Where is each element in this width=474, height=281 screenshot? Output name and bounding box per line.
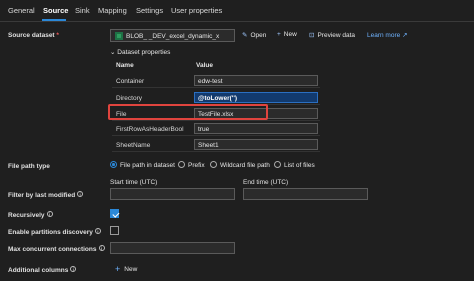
open-button[interactable]: ✎ Open: [242, 31, 266, 39]
property-row-sheetname: SheetName Sheet1: [112, 138, 320, 152]
radio-label: Prefix: [188, 162, 205, 169]
recursively-text: Recursively: [8, 212, 45, 219]
excel-dataset-icon: [115, 32, 123, 40]
source-dataset-label-text: Source dataset: [8, 32, 55, 39]
max-connections-text: Max concurrent connections: [8, 246, 97, 253]
end-time-input[interactable]: [243, 188, 368, 200]
tab-general[interactable]: General: [8, 6, 35, 15]
filter-last-modified-label: Filter by last modified i: [8, 191, 84, 199]
partitions-discovery-label: Enable partitions discovery i: [8, 228, 101, 236]
start-time-label: Start time (UTC): [110, 179, 158, 186]
tab-sink[interactable]: Sink: [75, 6, 90, 15]
pencil-icon: ✎: [242, 32, 248, 39]
tab-mapping[interactable]: Mapping: [98, 6, 127, 15]
source-dataset-value: BLOB_ _DEV_excel_dynamic_x: [126, 32, 220, 40]
radio-indicator: [210, 161, 217, 168]
start-time-input[interactable]: [110, 188, 235, 200]
container-value-input[interactable]: edw-test: [194, 75, 318, 86]
radio-indicator: [110, 161, 117, 168]
preview-data-button[interactable]: ⊡ Preview data: [309, 31, 355, 39]
active-tab-indicator: [42, 19, 66, 21]
required-mark: *: [56, 32, 59, 39]
radio-indicator: [274, 161, 281, 168]
new-label: New: [283, 31, 297, 38]
radio-label: List of files: [284, 162, 315, 169]
learn-more-label: Learn more: [367, 32, 401, 39]
open-label: Open: [250, 32, 267, 39]
max-connections-label: Max concurrent connections i: [8, 245, 105, 253]
property-name: FirstRowAsHeaderBool: [116, 126, 184, 133]
file-path-type-label: File path type: [8, 163, 50, 170]
learn-more-link[interactable]: Learn more ↗: [367, 31, 408, 39]
property-row-container: Container edw-test: [112, 74, 320, 88]
sheetname-value-input[interactable]: Sheet1: [194, 139, 318, 150]
dataset-properties-title: Dataset properties: [117, 49, 171, 56]
radio-label: File path in dataset: [120, 162, 175, 169]
info-icon[interactable]: i: [70, 266, 77, 272]
radio-indicator: [178, 161, 185, 168]
radio-prefix[interactable]: Prefix: [178, 161, 205, 169]
recursively-label: Recursively i: [8, 211, 53, 219]
tab-settings[interactable]: Settings: [136, 6, 163, 15]
plus-icon: +: [277, 31, 281, 38]
new-dataset-button[interactable]: + New: [277, 31, 297, 38]
property-name: SheetName: [116, 142, 151, 149]
info-icon[interactable]: i: [77, 191, 84, 197]
new-column-label: New: [124, 266, 138, 273]
file-row-highlight: [108, 104, 268, 120]
filter-last-modified-text: Filter by last modified: [8, 192, 76, 199]
preview-label: Preview data: [317, 32, 356, 39]
radio-label: Wildcard file path: [220, 162, 270, 169]
firstrowasheader-value-input[interactable]: true: [194, 123, 318, 134]
radio-list-of-files[interactable]: List of files: [274, 161, 315, 169]
additional-columns-text: Additional columns: [8, 267, 69, 274]
partitions-discovery-text: Enable partitions discovery: [8, 229, 93, 236]
directory-value-input[interactable]: @toLower(''): [194, 92, 318, 103]
dataset-properties-toggle[interactable]: ⌄ Dataset properties: [110, 48, 170, 56]
name-column-header: Name: [116, 62, 134, 69]
preview-icon: ⊡: [309, 32, 315, 39]
radio-file-path-in-dataset[interactable]: File path in dataset: [110, 161, 175, 169]
info-icon[interactable]: i: [46, 211, 53, 217]
additional-columns-label: Additional columns i: [8, 266, 77, 274]
end-time-label: End time (UTC): [243, 179, 289, 186]
info-icon[interactable]: i: [98, 245, 105, 251]
tab-bar: General Source Sink Mapping Settings Use…: [0, 0, 474, 22]
max-connections-input[interactable]: [110, 242, 235, 254]
source-dataset-dropdown[interactable]: BLOB_ _DEV_excel_dynamic_x: [110, 29, 235, 42]
plus-icon: +: [115, 264, 121, 274]
radio-wildcard-file-path[interactable]: Wildcard file path: [210, 161, 270, 169]
value-column-header: Value: [196, 62, 213, 69]
recursively-checkbox[interactable]: [110, 209, 119, 218]
tab-user-properties[interactable]: User properties: [171, 6, 222, 15]
info-icon[interactable]: i: [94, 228, 101, 234]
property-name: Directory: [116, 95, 143, 102]
partitions-discovery-checkbox[interactable]: [110, 226, 119, 235]
property-row-firstrowasheader: FirstRowAsHeaderBool true: [112, 122, 320, 136]
source-dataset-label: Source dataset *: [8, 32, 59, 39]
add-column-button[interactable]: + New: [115, 264, 137, 274]
property-name: Container: [116, 78, 145, 85]
chevron-down-icon: ⌄: [110, 49, 116, 56]
tab-source[interactable]: Source: [43, 6, 68, 15]
property-row-directory: Directory @toLower(''): [112, 91, 320, 105]
external-link-icon: ↗: [402, 32, 408, 39]
